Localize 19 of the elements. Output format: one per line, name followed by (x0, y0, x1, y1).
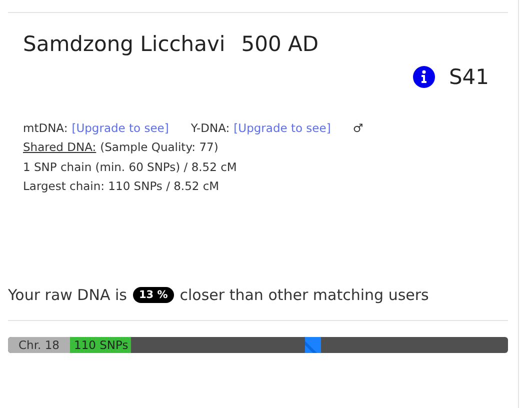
info-icon[interactable] (412, 66, 435, 88)
match-segment-icon (305, 337, 321, 354)
chain-info: Largest chain: 110 SNPs / 8.52 cM (23, 178, 220, 195)
mtdna-label: mtDNA: (23, 120, 68, 137)
comparison-text: closer than other matching users (180, 286, 429, 304)
sample-date: 500 AD (241, 32, 319, 56)
percent-badge: 13 % (132, 287, 174, 304)
comparison-text: Your raw DNA is (8, 286, 127, 304)
ydna-label: Y-DNA: (190, 120, 230, 137)
sex-symbol: ♂ (352, 120, 364, 137)
snp-segment: 110 SNPs (70, 337, 131, 354)
chromosome-label: Chr. 18 (8, 337, 70, 354)
shared-dna-label: Shared DNA: (23, 139, 96, 156)
upgrade-link[interactable]: [Upgrade to see] (234, 119, 331, 138)
ancient-sample-name: Samdzong Licchavi (23, 32, 226, 56)
sample-id: S41 (448, 65, 489, 89)
upgrade-link[interactable]: [Upgrade to see] (72, 119, 169, 138)
sample-quality: (Sample Quality: 77) (100, 139, 218, 156)
chain-info: 1 SNP chain (min. 60 SNPs) / 8.52 cM (23, 158, 237, 176)
